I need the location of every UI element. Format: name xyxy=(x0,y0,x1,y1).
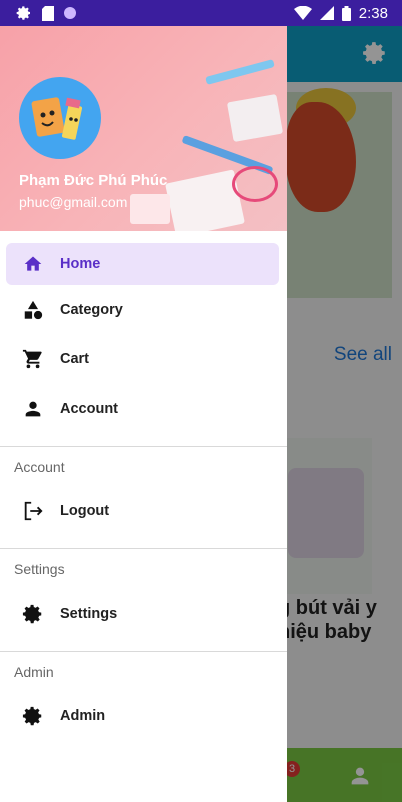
drawer-item-category[interactable]: Category xyxy=(0,285,287,335)
drawer-item-label: Admin xyxy=(60,708,106,725)
section-title-account: Account xyxy=(14,458,65,475)
drawer-item-logout[interactable]: Logout xyxy=(0,487,287,537)
drawer-item-label: Settings xyxy=(60,605,118,622)
user-name: Phạm Đức Phú Phúc xyxy=(19,172,168,189)
drawer-item-account[interactable]: Account xyxy=(0,384,287,434)
drawer-item-home[interactable]: Home xyxy=(6,243,279,285)
section-title-settings: Settings xyxy=(14,561,65,577)
drawer-item-cart[interactable]: Cart xyxy=(0,335,287,385)
avatar[interactable] xyxy=(19,77,101,159)
drawer-item-label: Home xyxy=(60,256,101,272)
account-icon xyxy=(22,398,44,420)
notification-dot-icon xyxy=(64,7,76,19)
status-bar: 2:38 xyxy=(0,0,402,26)
section-title-admin: Admin xyxy=(14,663,54,680)
navigation-drawer: Phạm Đức Phú Phúc phuc@gmail.com Home Ca… xyxy=(0,26,287,802)
eraser-decoration xyxy=(130,194,170,224)
scissors-decoration xyxy=(232,166,278,202)
category-icon xyxy=(22,299,44,321)
drawer-item-label: Account xyxy=(60,400,118,417)
sd-card-icon xyxy=(42,5,54,21)
drawer-item-admin[interactable]: Admin xyxy=(0,692,287,742)
cart-icon xyxy=(22,348,44,370)
avatar-illustration xyxy=(31,97,83,140)
drawer-header: Phạm Đức Phú Phúc phuc@gmail.com xyxy=(0,26,287,231)
battery-icon xyxy=(341,5,351,21)
wifi-icon xyxy=(293,6,312,20)
drawer-menu: Home Category Cart Account Account Logou… xyxy=(0,231,287,741)
gear-icon xyxy=(16,6,30,20)
home-icon xyxy=(22,253,44,275)
drawer-item-label: Cart xyxy=(60,351,90,368)
signal-icon xyxy=(319,6,334,20)
drawer-item-label: Logout xyxy=(60,503,110,520)
pen-decoration xyxy=(205,59,275,85)
stapler-decoration xyxy=(226,93,284,143)
drawer-item-label: Category xyxy=(60,301,123,318)
gear-icon xyxy=(22,603,44,625)
user-email: phuc@gmail.com xyxy=(19,194,128,210)
logout-icon xyxy=(22,500,44,522)
gear-icon xyxy=(22,705,44,727)
drawer-item-settings[interactable]: Settings xyxy=(0,589,287,639)
status-time: 2:38 xyxy=(358,4,388,22)
